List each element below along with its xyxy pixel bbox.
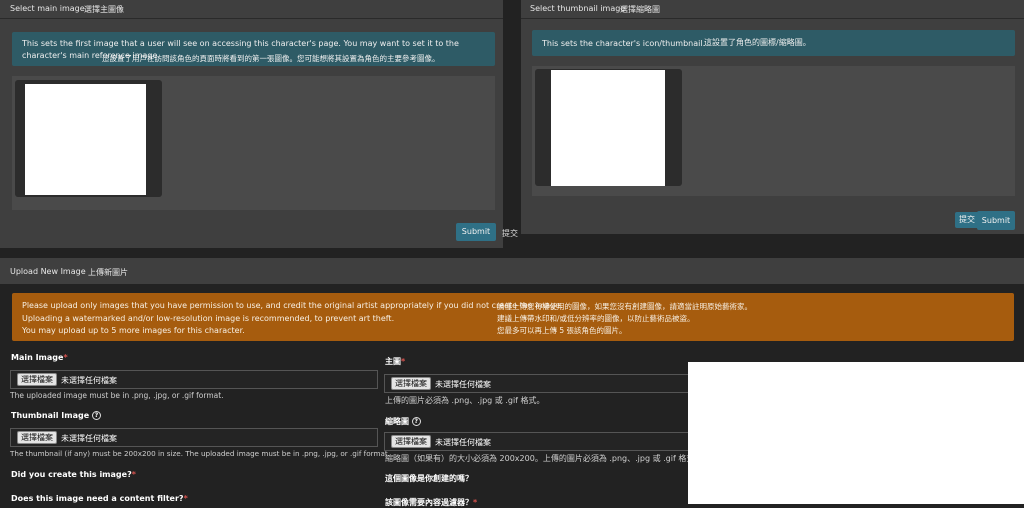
upload-title-zh: 上傳新圖片 (88, 268, 128, 277)
thumbnail-help-zh: 縮略圖（如果有）的大小必須為 200x200。上傳的圖片必須為 .png、.jp… (385, 454, 703, 463)
thumb-panel-title: Select thumbnail image (530, 4, 626, 13)
thumbnail-choose-button-zh[interactable]: 選擇檔案 (391, 435, 431, 448)
main-image-label-text-zh: 主圖 (385, 357, 401, 366)
main-image-file-status-zh: 未選擇任何檔案 (435, 380, 491, 389)
created-question-text-zh: 這個圖像是你創建的嗎？ (385, 474, 473, 483)
required-mark: * (401, 357, 406, 366)
main-submit-label-zh: 提交 (502, 229, 518, 238)
created-question-zh: 這個圖像是你創建的嗎？ (385, 473, 473, 484)
thumb-submit-button[interactable]: Submit (977, 211, 1015, 230)
thumbnail-help: The thumbnail (if any) must be 200x200 i… (10, 449, 390, 458)
thumb-submit-label: Submit (981, 216, 1011, 225)
thumbnail-file-input-zh[interactable]: 選擇檔案 未選擇任何檔案 (384, 432, 696, 451)
thumbnail-choose-button[interactable]: 選擇檔案 (17, 431, 57, 444)
required-mark: * (183, 494, 188, 503)
thumbnail-image-label-zh: 縮略圖 ? (385, 416, 421, 427)
notice-line-2-zh: 建議上傳帶水印和/或低分辨率的圖像，以防止藝術品被盜。 (497, 314, 695, 323)
notice-line-1-zh: 請僅上傳您有權使用的圖像，如果您沒有創建圖像，請適當註明原始藝術家。 (497, 302, 752, 311)
main-image-help-zh: 上傳的圖片必須為 .png、.jpg 或 .gif 格式。 (385, 396, 545, 405)
notice-line-3-zh: 您最多可以再上傳 5 張該角色的圖片。 (497, 326, 627, 335)
thumb-info-box: This sets the character's icon/thumbnail… (532, 30, 1015, 56)
thumb-image-preview (551, 70, 665, 186)
main-panel-title-zh: 選擇主圖像 (84, 5, 124, 14)
created-question: Did you create this image?* (11, 470, 136, 479)
main-image-label-zh: 主圖* (385, 356, 405, 367)
thumbnail-image-label: Thumbnail Image ? (11, 411, 101, 420)
thumb-panel-title-zh: 選擇縮略圖 (620, 5, 660, 14)
thumbnail-image-label-text: Thumbnail Image (11, 411, 90, 420)
main-image-choose-button[interactable]: 選擇檔案 (17, 373, 57, 386)
thumbnail-file-input[interactable]: 選擇檔案 未選擇任何檔案 (10, 428, 378, 447)
notice-line-3: You may upload up to 5 more images for t… (22, 326, 245, 335)
thumbnail-file-status-zh: 未選擇任何檔案 (435, 438, 491, 447)
main-image-label: Main Image* (11, 353, 68, 362)
notice-line-1: Please upload only images that you have … (22, 301, 563, 310)
filter-question: Does this image need a content filter?* (11, 494, 188, 503)
required-mark: * (131, 470, 136, 479)
main-image-help: The uploaded image must be in .png, .jpg… (10, 391, 224, 400)
main-image-preview (25, 84, 146, 195)
thumbnail-file-status: 未選擇任何檔案 (61, 434, 117, 443)
filter-question-text: Does this image need a content filter? (11, 494, 184, 503)
upload-header (0, 258, 1024, 284)
filter-question-zh: 該圖像需要內容過濾器？* (385, 497, 477, 508)
thumb-submit-label-zh: 提交 (959, 215, 975, 224)
thumb-info-text: This sets the character's icon/thumbnail… (542, 39, 706, 48)
filter-question-text-zh: 該圖像需要內容過濾器？ (385, 498, 473, 507)
notice-line-2: Uploading a watermarked and/or low-resol… (22, 314, 395, 323)
required-mark: * (63, 353, 68, 362)
main-image-option[interactable] (15, 80, 162, 197)
main-submit-button[interactable]: Submit (456, 223, 496, 241)
main-info-box: This sets the first image that a user wi… (12, 32, 495, 66)
thumb-submit-button-zh[interactable]: 提交 (955, 212, 979, 228)
upload-title: Upload New Image (10, 267, 86, 276)
blank-overlay (688, 362, 1024, 504)
main-image-choose-button-zh[interactable]: 選擇檔案 (391, 377, 431, 390)
thumb-panel-head-divider (521, 18, 1024, 19)
main-panel-title: Select main image (10, 4, 85, 13)
required-mark: * (473, 498, 478, 507)
main-panel-head-divider (0, 18, 503, 19)
help-circle-icon[interactable]: ? (411, 417, 421, 426)
main-submit-label: Submit (461, 227, 491, 236)
main-info-text-zh: 這設置了用戶在訪問該角色的頁面時將看到的第一張圖像。您可能想將其設置為角色的主要… (102, 54, 440, 63)
thumb-image-option[interactable] (535, 69, 682, 186)
main-image-label-text: Main Image (11, 353, 64, 362)
created-question-text: Did you create this image? (11, 470, 132, 479)
main-image-file-input-zh[interactable]: 選擇檔案 未選擇任何檔案 (384, 374, 696, 393)
thumb-info-text-zh: 這設置了角色的圖標/縮略圖。 (704, 38, 811, 47)
main-image-file-input[interactable]: 選擇檔案 未選擇任何檔案 (10, 370, 378, 389)
main-image-file-status: 未選擇任何檔案 (61, 376, 117, 385)
help-circle-icon[interactable]: ? (91, 411, 101, 420)
thumbnail-image-label-text-zh: 縮略圖 (385, 417, 409, 426)
